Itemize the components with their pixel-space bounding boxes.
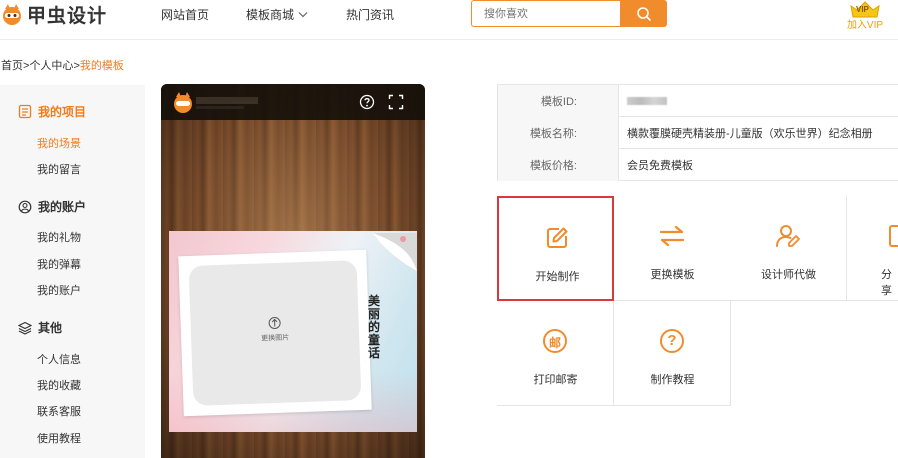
page-curl-icon[interactable]: [373, 233, 417, 271]
sidebar-group-title: 我的项目: [38, 105, 87, 119]
top-header: 甲虫设计 网站首页 模板商城 热门资讯 VIP 加入VIP: [0, 0, 898, 40]
account-icon: [18, 200, 32, 213]
fullscreen-icon[interactable]: [388, 94, 404, 110]
edit-icon: [547, 227, 568, 248]
vip-badge-text: VIP: [856, 5, 869, 14]
share-label: 分享: [881, 269, 892, 297]
search-icon: [636, 6, 651, 21]
site-logo[interactable]: 甲虫设计: [0, 0, 107, 28]
nav-home-label: 网站首页: [161, 7, 210, 22]
photo-placeholder[interactable]: 更换图片: [188, 260, 362, 406]
template-id-value: [627, 85, 667, 117]
sidebar: 我的项目 我的场景 我的留言 我的账户 我的礼物 我的弹幕 我的账户 其他 个人…: [0, 85, 145, 458]
preview-logo-icon: [174, 92, 258, 113]
print-mail-button[interactable]: 邮 打印邮寄: [497, 301, 614, 406]
nav-home[interactable]: 网站首页: [161, 6, 221, 23]
sidebar-item-my-account[interactable]: 我的账户: [37, 282, 81, 298]
designer-service-button[interactable]: 设计师代做: [730, 196, 847, 301]
tutorial-label: 制作教程: [650, 374, 695, 386]
beetle-logo-icon: [0, 2, 24, 26]
join-vip-button[interactable]: VIP 加入VIP: [845, 0, 885, 31]
breadcrumb-home[interactable]: 首页: [1, 60, 23, 72]
nav-template-mall-label: 模板商城: [246, 7, 295, 22]
swap-icon: [659, 225, 685, 247]
chevron-down-icon: [298, 11, 308, 17]
template-name-value: 横款覆膜硬壳精装册-儿童版（欢乐世界）纪念相册: [627, 128, 873, 140]
mail-icon-glyph: 邮: [548, 336, 561, 350]
template-name-label: 模板名称:: [498, 117, 619, 149]
sidebar-group-other[interactable]: 其他: [18, 319, 62, 336]
join-vip-label: 加入VIP: [846, 20, 884, 31]
breadcrumb-user-center[interactable]: 个人中心: [29, 60, 73, 72]
search-bar: [471, 0, 667, 27]
template-info: 模板ID: 模板名称: 横款覆膜硬壳精装册-儿童版（欢乐世界）纪念相册 模板价格…: [497, 84, 898, 181]
share-button[interactable]: 分享: [847, 196, 898, 301]
logo-text: 甲虫设计: [27, 5, 108, 27]
sidebar-group-title: 其他: [38, 321, 63, 335]
action-grid: 开始制作 更换模板 设计师代做 分享 邮 打印邮寄 ? 制作教程: [497, 196, 898, 406]
photo-frame: 更换图片: [178, 249, 372, 417]
designer-service-label: 设计师代做: [761, 269, 816, 281]
replace-photo-icon: [268, 317, 281, 330]
nav-template-mall[interactable]: 模板商城: [246, 6, 316, 23]
search-input[interactable]: [471, 0, 620, 27]
sidebar-item-personal-info[interactable]: 个人信息: [37, 351, 81, 367]
print-mail-label: 打印邮寄: [533, 374, 578, 386]
sidebar-group-my-projects[interactable]: 我的项目: [18, 103, 86, 120]
start-making-button[interactable]: 开始制作: [497, 196, 614, 301]
sidebar-item-contact-support[interactable]: 联系客服: [37, 403, 81, 419]
nav-hot-news-label: 热门资讯: [346, 7, 395, 22]
redacted-id: [627, 97, 667, 105]
breadcrumb-current: 我的模板: [79, 60, 124, 72]
replace-photo-label: 更换图片: [261, 334, 290, 343]
share-icon: [889, 225, 898, 247]
help-icon-glyph: ?: [667, 332, 677, 349]
change-template-button[interactable]: 更换模板: [614, 196, 731, 301]
designer-icon: [776, 225, 800, 247]
sidebar-item-my-gifts[interactable]: 我的礼物: [37, 229, 81, 245]
template-id-label: 模板ID:: [498, 85, 619, 117]
template-price-label: 模板价格:: [498, 149, 619, 181]
start-making-label: 开始制作: [535, 271, 580, 283]
sidebar-item-my-scenes[interactable]: 我的场景: [37, 135, 81, 151]
template-price-value: 会员免费模板: [627, 160, 693, 172]
sidebar-item-my-messages[interactable]: 我的留言: [37, 161, 81, 177]
template-preview: 更换图片 美丽的童话: [161, 84, 425, 458]
breadcrumb: 首页>个人中心>我的模板: [1, 57, 124, 73]
info-row-id: 模板ID:: [498, 85, 898, 117]
sidebar-item-tutorial[interactable]: 使用教程: [37, 430, 81, 446]
search-button[interactable]: [620, 0, 667, 27]
layers-icon: [18, 321, 32, 335]
album-page: 更换图片 美丽的童话: [169, 231, 417, 432]
help-icon[interactable]: [359, 94, 375, 110]
nav-hot-news[interactable]: 热门资讯: [346, 6, 406, 23]
sidebar-group-my-account[interactable]: 我的账户: [18, 198, 86, 215]
album-title: 美丽的童话: [367, 294, 380, 360]
sidebar-item-my-favorites[interactable]: 我的收藏: [37, 377, 81, 393]
info-row-price: 模板价格: 会员免费模板: [498, 149, 898, 181]
change-template-label: 更换模板: [650, 269, 695, 281]
document-icon: [18, 104, 32, 119]
sidebar-group-title: 我的账户: [38, 200, 87, 214]
tutorial-button[interactable]: ? 制作教程: [614, 301, 731, 406]
preview-toolbar: [161, 84, 425, 120]
info-row-name: 模板名称: 横款覆膜硬壳精装册-儿童版（欢乐世界）纪念相册: [498, 117, 898, 149]
sidebar-item-my-danmaku[interactable]: 我的弹幕: [37, 256, 81, 272]
